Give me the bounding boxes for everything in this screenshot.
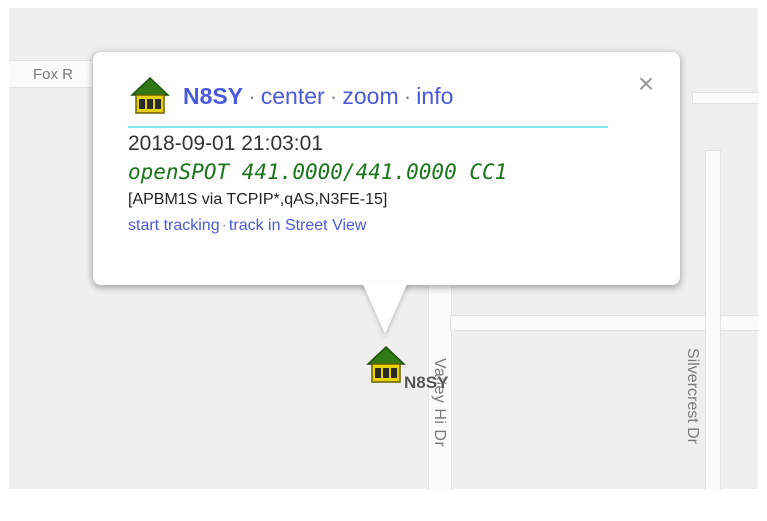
map-border-left — [0, 0, 9, 521]
street-view-link[interactable]: track in Street View — [229, 217, 367, 234]
close-icon[interactable]: × — [634, 70, 658, 98]
info-window-tail — [362, 282, 408, 334]
separator: · — [329, 83, 338, 109]
road-top-right — [692, 92, 759, 104]
station-marker-house-icon[interactable] — [364, 345, 408, 387]
map-border-bottom — [0, 489, 767, 521]
house-icon — [128, 76, 172, 118]
road-label-silvercrest: Silvercrest Dr — [684, 348, 701, 445]
road-label-valley-hi: Valley Hi Dr — [431, 358, 448, 448]
start-tracking-link[interactable]: start tracking — [128, 217, 220, 234]
separator: · — [248, 83, 256, 109]
separator: · — [221, 217, 227, 234]
header-links: N8SY · center · zoom · info — [183, 82, 453, 110]
info-link[interactable]: info — [416, 83, 453, 109]
action-links: start tracking · track in Street View — [128, 216, 638, 236]
road-label-fox: Fox R — [33, 66, 74, 83]
timestamp: 2018-09-01 21:03:01 — [128, 132, 323, 155]
zoom-link[interactable]: zoom — [342, 83, 398, 109]
callsign-link[interactable]: N8SY — [183, 83, 243, 109]
map-border-right — [758, 0, 767, 521]
packet-path: [APBM1S via TCPIP*,qAS,N3FE-15] — [128, 191, 388, 208]
center-link[interactable]: center — [261, 83, 325, 109]
info-window-body: 2018-09-01 21:03:01 openSPOT 441.0000/44… — [128, 131, 638, 236]
separator: · — [403, 83, 412, 109]
station-marker-label[interactable]: N8SY — [404, 373, 448, 393]
map-border-top — [0, 0, 767, 8]
road-silvercrest — [705, 150, 721, 490]
info-window-header: N8SY · center · zoom · info — [128, 76, 608, 128]
status-message: openSPOT 441.0000/441.0000 CC1 — [128, 160, 508, 184]
